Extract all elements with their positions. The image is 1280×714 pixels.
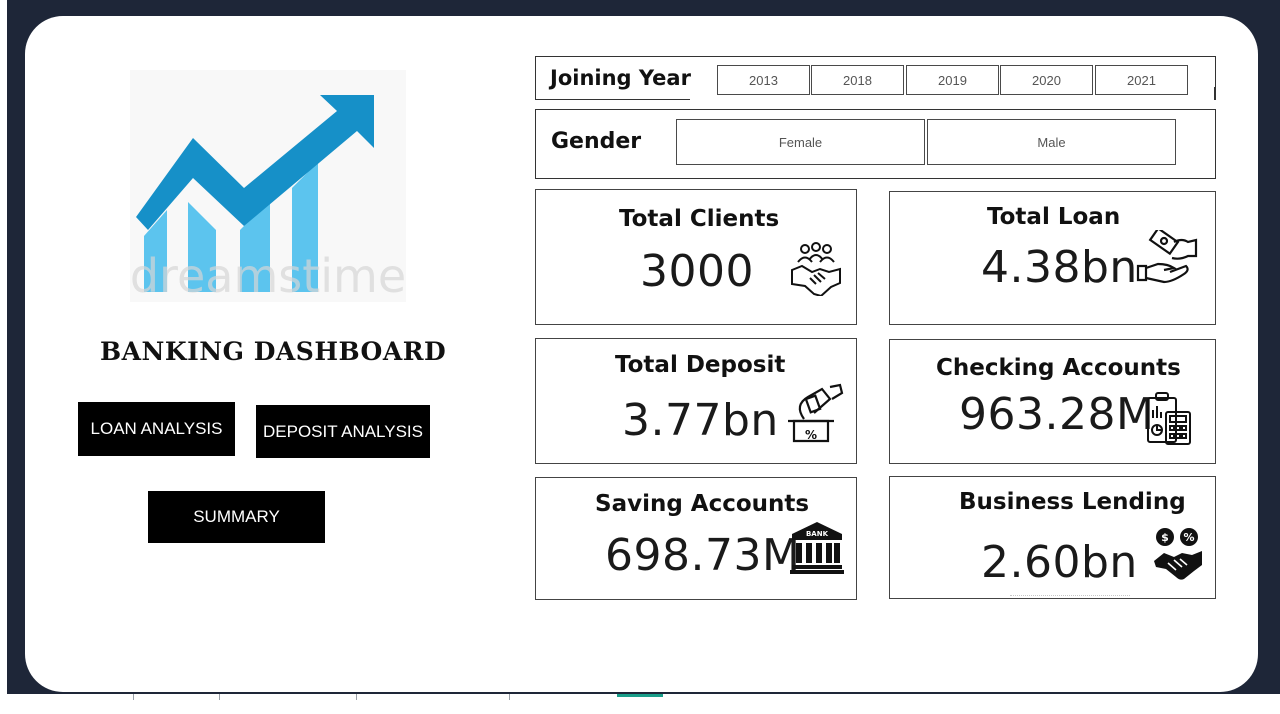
checking-accounts-label: Checking Accounts (936, 355, 1181, 381)
checking-accounts-card: Checking Accounts 963.28M (889, 339, 1216, 464)
saving-accounts-label: Saving Accounts (595, 491, 810, 517)
year-option-2019[interactable]: 2019 (906, 65, 999, 95)
year-option-2021[interactable]: 2021 (1095, 65, 1188, 95)
tab-divider (509, 694, 510, 700)
total-clients-label: Total Clients (619, 206, 780, 232)
loan-analysis-button[interactable]: LOAN ANALYSIS (78, 402, 235, 456)
deposit-analysis-button[interactable]: DEPOSIT ANALYSIS (256, 405, 430, 458)
business-handshake-icon: $ % (1154, 528, 1202, 580)
svg-text:BANK: BANK (806, 530, 829, 538)
window-left-edge (0, 0, 7, 694)
growth-chart-logo: dreamstime (130, 70, 406, 302)
logo-watermark: dreamstime (130, 249, 406, 302)
gender-option-female[interactable]: Female (676, 119, 925, 165)
svg-text:%: % (1183, 531, 1194, 544)
gender-slicer: Gender Female Male (535, 109, 1216, 179)
dashboard-title: BANKING DASHBOARD (100, 337, 447, 366)
bank-building-icon: BANK (790, 522, 844, 574)
total-deposit-card: Total Deposit 3.77bn % (535, 338, 857, 464)
page-tab-strip (0, 694, 1280, 714)
business-lending-card: Business Lending 2.60bn $ % (889, 476, 1216, 599)
year-option-2018[interactable]: 2018 (811, 65, 904, 95)
summary-button[interactable]: SUMMARY (148, 491, 325, 543)
year-option-2020[interactable]: 2020 (1000, 65, 1093, 95)
total-clients-card: Total Clients 3000 (535, 189, 857, 325)
total-loan-card: Total Loan 4.38bn (889, 191, 1216, 325)
checking-accounts-value: 963.28M (959, 389, 1155, 440)
total-loan-value: 4.38bn (981, 242, 1138, 293)
year-option-2013[interactable]: 2013 (717, 65, 810, 95)
clients-handshake-icon (791, 242, 841, 296)
total-loan-label: Total Loan (987, 204, 1121, 230)
business-lending-label: Business Lending (959, 489, 1186, 515)
gender-option-male[interactable]: Male (927, 119, 1176, 165)
slicer-edge (1214, 87, 1215, 100)
active-tab-indicator (617, 694, 663, 697)
total-clients-value: 3000 (640, 246, 754, 297)
loan-hand-money-icon (1136, 230, 1198, 284)
saving-accounts-value: 698.73M (605, 530, 801, 581)
tab-divider (133, 694, 134, 700)
tab-divider (356, 694, 357, 700)
deposit-box-icon: % (788, 383, 844, 443)
total-deposit-value: 3.77bn (622, 395, 779, 446)
joining-year-label: Joining Year (550, 66, 691, 90)
svg-text:$: $ (1161, 531, 1169, 544)
saving-accounts-card: Saving Accounts 698.73M BANK (535, 477, 857, 600)
svg-text:%: % (805, 428, 817, 442)
total-deposit-label: Total Deposit (615, 352, 786, 378)
calculator-clipboard-icon (1147, 392, 1191, 445)
clipped-subtext-line (1010, 595, 1130, 597)
tab-divider (219, 694, 220, 700)
gender-label: Gender (551, 129, 642, 154)
business-lending-value: 2.60bn (981, 537, 1138, 588)
slicer-underline (536, 99, 690, 100)
joining-year-slicer: Joining Year 2013 2018 2019 2020 2021 (535, 56, 1216, 100)
